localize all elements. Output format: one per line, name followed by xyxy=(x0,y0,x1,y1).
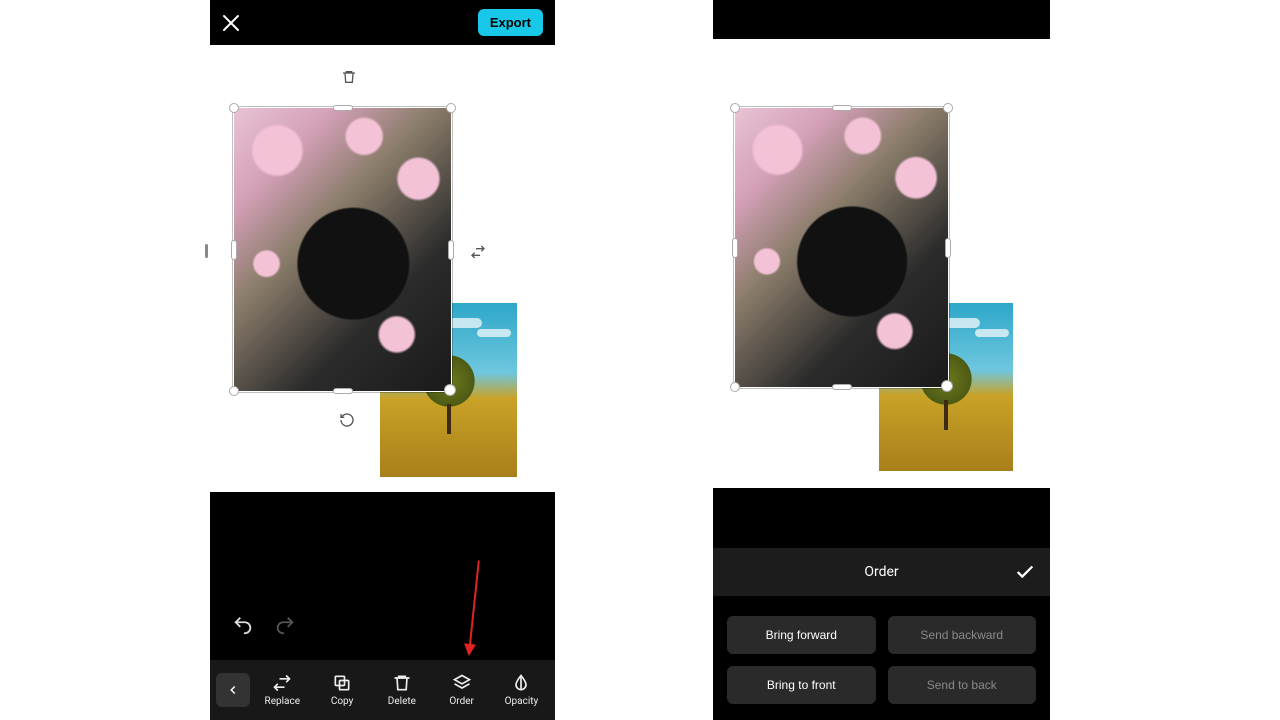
tool-label: Order xyxy=(449,696,474,707)
tool-label: Copy xyxy=(331,696,354,707)
copy-icon xyxy=(332,673,352,693)
topbar xyxy=(713,0,1050,39)
resize-handle-bl[interactable] xyxy=(730,382,740,392)
bring-to-front-button[interactable]: Bring to front xyxy=(727,666,876,704)
layers-icon xyxy=(452,673,472,693)
tool-copy[interactable]: Copy xyxy=(315,673,370,707)
tool-replace[interactable]: Replace xyxy=(255,673,310,707)
replace-icon xyxy=(272,673,292,693)
resize-handle-tr[interactable] xyxy=(943,103,953,113)
screen-right: Order Bring forward Send backward Bring … xyxy=(713,0,1050,720)
resize-handle-tl[interactable] xyxy=(229,103,239,113)
opacity-icon xyxy=(511,673,531,693)
order-buttons: Bring forward Send backward Bring to fro… xyxy=(727,616,1036,704)
order-panel: Order Bring forward Send backward Bring … xyxy=(713,488,1050,720)
tool-label: Opacity xyxy=(505,696,539,707)
tool-label: Delete xyxy=(388,696,416,707)
resize-edge-left[interactable] xyxy=(231,240,237,260)
resize-handle-tr[interactable] xyxy=(446,103,456,113)
canvas[interactable] xyxy=(210,45,555,492)
rotate-icon[interactable] xyxy=(339,412,355,428)
resize-handle-br[interactable] xyxy=(444,384,456,396)
screen-left: Export xyxy=(210,0,555,720)
bottom-panel: Replace Copy Delete Order xyxy=(210,492,555,720)
back-button[interactable] xyxy=(216,673,250,707)
resize-edge-right[interactable] xyxy=(945,238,951,258)
image-main-selected[interactable] xyxy=(734,107,949,388)
undo-icon[interactable] xyxy=(232,614,254,636)
annotation-arrow xyxy=(468,560,480,654)
crop-left-handle[interactable] xyxy=(205,244,208,258)
export-button[interactable]: Export xyxy=(478,9,543,36)
resize-edge-top[interactable] xyxy=(832,105,852,111)
edit-toolbar: Replace Copy Delete Order xyxy=(210,660,555,720)
resize-handle-tl[interactable] xyxy=(730,103,740,113)
confirm-icon[interactable] xyxy=(1014,561,1036,583)
close-icon[interactable] xyxy=(222,14,240,32)
swap-icon[interactable] xyxy=(470,244,486,260)
redo-icon[interactable] xyxy=(274,614,296,636)
trash-icon xyxy=(392,673,412,693)
resize-edge-bottom[interactable] xyxy=(333,388,353,394)
image-main-selected[interactable] xyxy=(233,107,452,392)
order-header: Order xyxy=(713,548,1050,596)
send-backward-button[interactable]: Send backward xyxy=(888,616,1037,654)
resize-handle-bl[interactable] xyxy=(229,386,239,396)
resize-edge-top[interactable] xyxy=(333,105,353,111)
trash-icon[interactable] xyxy=(341,69,357,85)
tool-label: Replace xyxy=(265,696,301,707)
order-title: Order xyxy=(864,564,898,580)
canvas[interactable] xyxy=(713,39,1050,488)
resize-handle-br[interactable] xyxy=(941,380,953,392)
history-controls xyxy=(232,614,296,636)
tool-order[interactable]: Order xyxy=(434,673,489,707)
bring-forward-button[interactable]: Bring forward xyxy=(727,616,876,654)
tool-delete[interactable]: Delete xyxy=(374,673,429,707)
send-to-back-button[interactable]: Send to back xyxy=(888,666,1037,704)
resize-edge-bottom[interactable] xyxy=(832,384,852,390)
resize-edge-right[interactable] xyxy=(448,240,454,260)
topbar: Export xyxy=(210,0,555,45)
resize-edge-left[interactable] xyxy=(732,238,738,258)
tool-opacity[interactable]: Opacity xyxy=(494,673,549,707)
